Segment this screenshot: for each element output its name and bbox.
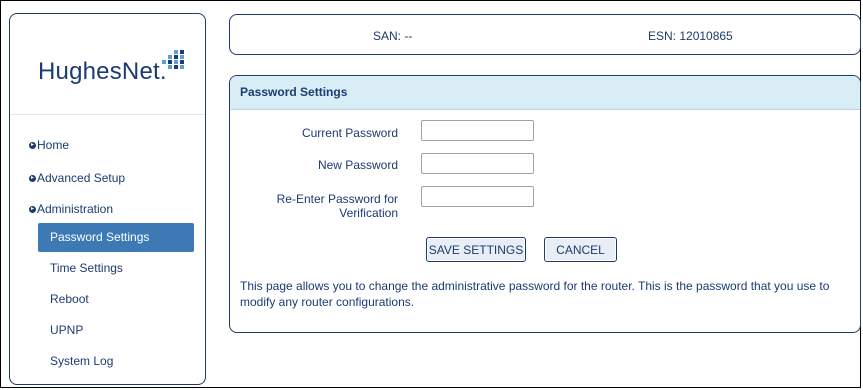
cancel-button[interactable]: CANCEL <box>544 237 617 262</box>
new-password-input[interactable] <box>421 153 534 174</box>
sidebar-item-system-log[interactable]: System Log <box>38 347 194 376</box>
sidebar-item-password-settings[interactable]: Password Settings <box>38 223 194 252</box>
circle-arrow-right-icon: ▸ <box>29 141 36 149</box>
sidebar-item-label: Advanced Setup <box>37 171 126 185</box>
new-password-label: New Password <box>317 158 398 172</box>
circle-arrow-right-icon: ▸ <box>29 205 36 213</box>
brand-logo-text: HughesNet. <box>38 58 167 85</box>
password-settings-panel: Password Settings Current Password New P… <box>229 75 861 333</box>
current-password-input[interactable] <box>421 120 534 141</box>
sidebar-item-label: Home <box>37 138 70 152</box>
reenter-password-label: Re-Enter Password for Verification <box>276 192 398 220</box>
sidebar-item-administration[interactable]: ▸ Administration <box>29 202 113 216</box>
device-info-header: SAN: -- ESN: 12010865 <box>229 14 861 55</box>
current-password-label: Current Password <box>301 126 398 140</box>
sidebar-item-upnp[interactable]: UPNP <box>38 316 194 345</box>
sidebar-item-advanced-setup[interactable]: ▸ Advanced Setup <box>29 171 125 185</box>
reenter-password-input[interactable] <box>421 186 534 207</box>
sidebar-item-reboot[interactable]: Reboot <box>38 285 194 314</box>
page-description: This page allows you to change the admin… <box>240 279 830 309</box>
logo-area: HughesNet. <box>10 14 205 115</box>
hughesnet-grid-logo-icon <box>162 50 184 69</box>
circle-arrow-right-icon: ▸ <box>29 174 36 182</box>
esn-value: ESN: 12010865 <box>648 29 733 43</box>
panel-title: Password Settings <box>230 76 860 110</box>
sidebar-item-time-settings[interactable]: Time Settings <box>38 254 194 283</box>
sidebar-item-label: Administration <box>37 202 114 216</box>
save-settings-button[interactable]: SAVE SETTINGS <box>426 237 526 262</box>
sidebar-item-home[interactable]: ▸ Home <box>29 138 69 152</box>
san-value: SAN: -- <box>373 29 413 43</box>
sidebar: HughesNet. ▸ Home ▸ Advanced Setup ▸ Adm… <box>9 13 206 385</box>
